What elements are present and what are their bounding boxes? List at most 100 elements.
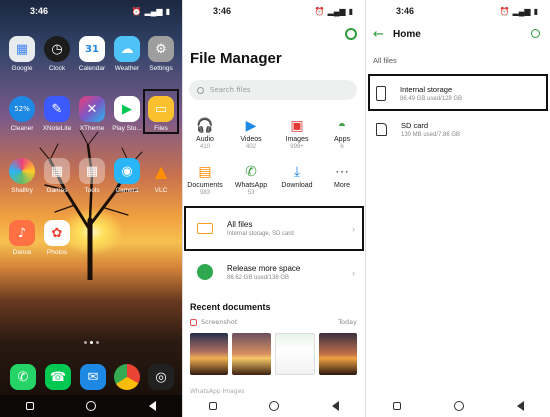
app-calendar[interactable]: 31 Calendar [74,36,110,72]
status-bar: 3:46 ⏰ ▂▄▆ ▮ [183,0,365,22]
camera-icon[interactable]: ◎ [148,364,174,390]
home-button[interactable] [86,401,97,411]
category-apps[interactable]: ◓ Apps 6 [320,117,364,150]
category-label: Apps [334,136,350,143]
category-count: 402 [245,144,256,150]
app-xnotelite[interactable]: ✎ XNoteLite [39,96,75,132]
alarm-icon: ⏰ [499,6,510,16]
app-weather[interactable]: ☁ Weather [109,36,145,72]
storage-label: SD card [401,120,429,130]
category-images[interactable]: ▣ Images 999+ [275,117,319,150]
category-count: 6 [340,144,344,150]
app-settings[interactable]: ⚙ Settings [143,36,179,72]
recent-documents-title: Recent documents [190,302,271,312]
app-label: Camera [115,187,139,194]
category-label: Documents [187,182,223,189]
back-button[interactable] [148,401,156,411]
clock-icon: ◷ [44,36,70,62]
all-files-highlight [184,206,364,251]
recent-group-screenshot[interactable]: Screenshot Today [190,318,357,326]
app-dance[interactable]: ♪ Dance [4,220,40,256]
weather-icon: ☁ [114,36,140,62]
search-input[interactable]: Search files [189,80,357,100]
app-xtheme[interactable]: ✕ XTheme [74,96,110,132]
recents-button[interactable] [26,402,35,410]
app-play-store[interactable]: ▶ Play Sto... [109,96,145,132]
page-indicator [0,341,182,344]
back-button[interactable] [516,401,524,411]
status-time: 3:46 [30,6,49,16]
thumbnail[interactable] [318,333,357,375]
category-whatsapp[interactable]: ✆ WhatsApp 53 [229,163,273,196]
search-icon [197,86,204,94]
chrome-icon[interactable] [114,364,140,390]
app-label: Shalltry [11,187,33,194]
more-icon: ⋯ [335,163,349,179]
category-label: Videos [240,136,262,143]
thumbnail[interactable] [274,333,315,375]
app-games[interactable]: ▦ Games [39,158,75,194]
signal-icon: ▂▄▆ [327,6,346,16]
status-icons: ⏰ ▂▄▆ ▮ [132,7,170,16]
category-more[interactable]: ⋯ More [320,163,364,190]
nav-bar [183,395,365,417]
recent-thumbnails [190,333,357,375]
app-cleaner[interactable]: 52% Cleaner [4,96,40,132]
release-space-row[interactable]: Release more space 86.62 GB used/136 GB … [183,252,365,292]
phone-icon[interactable]: ☎ [45,364,71,390]
home-button[interactable] [269,401,280,411]
screenshot-icon [190,318,197,326]
app-photos[interactable]: ✿ Photos [39,220,75,256]
category-label: WhatsApp [234,182,268,189]
category-download[interactable]: ⤓ Download [275,163,319,190]
whatsapp-icon[interactable]: ✆ [10,364,36,390]
status-time: 3:46 [396,6,415,16]
app-label: XTheme [79,125,105,132]
messages-icon[interactable]: ✉ [80,364,106,390]
settings-gear-icon[interactable] [345,28,357,40]
file-manager-panel: 3:46 ⏰ ▂▄▆ ▮ File Manager Search files 🎧… [183,0,365,417]
back-button[interactable] [331,401,339,411]
alarm-icon: ⏰ [131,6,142,16]
category-count: 999+ [290,144,304,150]
recents-button[interactable] [392,402,401,410]
nav-bar [366,395,550,417]
android-icon: ◓ [337,117,347,133]
app-vlc[interactable]: ▲ VLC [143,158,179,195]
games-folder-icon: ▦ [44,158,70,184]
app-label: Clock [48,65,66,72]
xnote-icon: ✎ [44,96,70,122]
page-title: File Manager [190,50,282,67]
recents-button[interactable] [209,402,218,410]
category-documents[interactable]: ▤ Documents 983 [183,163,227,196]
app-label: Play Sto... [112,125,142,132]
app-label: Dance [12,249,32,256]
category-videos[interactable]: ▶ Videos 402 [229,117,273,150]
storage-usage: 130 MB used/7.86 GB [401,131,461,138]
app-label: VLC [154,187,168,194]
thumbnail[interactable] [190,333,229,375]
app-camera[interactable]: ◉ Camera [109,158,145,194]
search-placeholder: Search files [210,86,251,94]
app-label: Google [11,65,33,72]
breadcrumb[interactable]: All files [373,56,397,65]
home-button[interactable] [453,401,464,411]
camera-app-icon: ◉ [114,158,140,184]
app-label: XNoteLite [42,125,72,132]
search-icon[interactable] [531,29,540,38]
app-tools[interactable]: ▦ Tools [74,158,110,194]
app-clock[interactable]: ◷ Clock [39,36,75,72]
thumbnail[interactable] [232,333,271,375]
sd-card-row[interactable]: SD card 130 MB used/7.86 GB [366,111,550,147]
back-arrow-icon[interactable]: ← [373,27,384,42]
app-google[interactable]: ▦ Google [4,36,40,72]
home-storage-panel: 3:46 ⏰ ▂▄▆ ▮ ← Home All files Internal s… [366,0,550,417]
xtheme-icon: ✕ [79,96,105,122]
recent-group-next[interactable]: WhatsApp Images [190,388,244,395]
app-label: Calendar [78,65,106,72]
tree-silhouette [39,129,143,280]
app-shalltry[interactable]: Shalltry [4,158,40,194]
alarm-icon: ⏰ [314,6,325,16]
home-screen-panel: 3:46 ⏰ ▂▄▆ ▮ ▦ Google ◷ Clock 31 Calenda… [0,0,182,417]
category-audio[interactable]: 🎧 Audio 410 [183,117,227,150]
